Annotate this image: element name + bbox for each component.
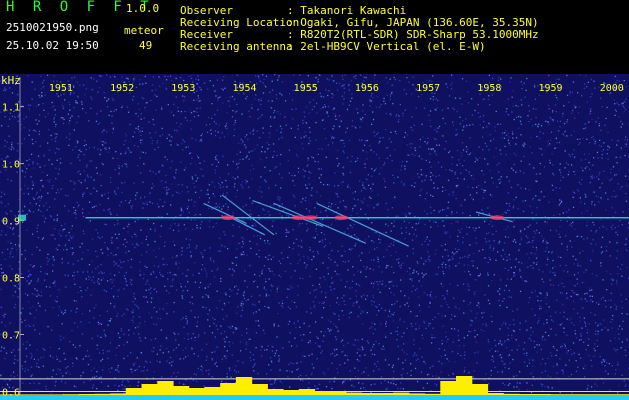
band-level-bar <box>78 394 95 395</box>
band-level-bar <box>408 393 426 395</box>
app-version: 1.0.0 <box>126 2 160 15</box>
band-level-bar <box>566 394 583 395</box>
y-tick-label: 0.8 <box>2 274 20 285</box>
x-tick-label: 2000 <box>600 83 624 94</box>
band-level-bar <box>251 384 268 395</box>
band-level-bar <box>173 386 190 395</box>
header-panel: H R O F F T 1.0.0 2510021950.png 25.10.0… <box>0 0 629 56</box>
filename: 2510021950.png <box>6 21 99 34</box>
echo-bright-spot <box>334 215 349 221</box>
noise-background <box>0 74 629 400</box>
y-tick-label: 0.9 <box>2 217 20 228</box>
echo-bright-spot <box>291 215 306 221</box>
band-level-bar <box>47 394 64 395</box>
x-tick-label: 1953 <box>171 83 195 94</box>
band-level-bar <box>204 387 221 395</box>
band-level-bar <box>345 392 363 395</box>
band-baseline <box>0 395 629 400</box>
x-tick-label: 1952 <box>110 83 134 94</box>
band-level-bar <box>503 393 520 395</box>
echo-bright-spot <box>221 215 236 221</box>
band-level-bar <box>534 394 551 395</box>
antenna-value: : 2el-HB9CV Vertical (el. E-W) <box>287 40 486 53</box>
band-level-bar <box>141 384 158 395</box>
mode-label: meteor <box>124 24 164 37</box>
band-level-bar <box>393 392 410 395</box>
y-tick-label: 0.6 <box>2 387 20 398</box>
noise-base <box>0 74 629 400</box>
band-level-bar <box>581 394 599 395</box>
datetime: 25.10.02 19:50 <box>6 39 99 52</box>
band-level-bar <box>62 394 80 395</box>
band-level-bar <box>456 376 473 395</box>
band-level-bar <box>157 381 174 395</box>
band-level-bar <box>125 388 143 395</box>
band-level-bar <box>110 393 127 395</box>
band-level-bar <box>298 389 316 395</box>
x-tick-label: 1959 <box>539 83 563 94</box>
y-axis-unit-label: kHz <box>1 74 21 87</box>
band-level-bar <box>471 384 489 395</box>
x-tick-label: 1956 <box>355 83 379 94</box>
band-level-bar <box>487 393 504 395</box>
band-level-bar <box>361 393 378 395</box>
y-tick-label: 1.0 <box>2 160 20 171</box>
band-level-bar <box>518 394 536 395</box>
band-level-bar <box>550 394 567 395</box>
x-tick-label: 1955 <box>294 83 318 94</box>
band-level-bar <box>220 383 237 395</box>
y-tick-label: 1.1 <box>2 103 20 114</box>
band-level-bar <box>267 389 284 395</box>
x-tick-label: 1958 <box>477 83 501 94</box>
band-level-bar <box>94 393 111 395</box>
x-tick-label: 1951 <box>49 83 73 94</box>
band-level-bar <box>613 394 629 395</box>
meteor-count: 49 <box>139 39 153 52</box>
y-tick-label: 0.7 <box>2 330 20 341</box>
echo-bright-spot <box>303 215 318 221</box>
echo-bright-spot <box>490 215 505 221</box>
band-level-bar <box>597 394 614 395</box>
band-level-bar <box>377 393 394 395</box>
band-level-bar <box>314 391 331 395</box>
x-tick-label: 1957 <box>416 83 440 94</box>
band-level-bar <box>330 392 347 395</box>
band-level-bar <box>424 393 441 395</box>
band-level-bar <box>31 394 48 395</box>
band-level-bar <box>188 388 205 395</box>
band-level-bar <box>283 390 300 395</box>
spectrogram-plot: kHz 1.1 1.0 0.9 0.8 0.7 0.6 1951 1952 1953 1954 195… <box>0 74 629 400</box>
band-level-bar <box>235 377 253 395</box>
x-tick-label: 1954 <box>232 83 256 94</box>
band-level-bar <box>440 381 457 395</box>
antenna-label: Receiving antenna <box>180 40 293 53</box>
